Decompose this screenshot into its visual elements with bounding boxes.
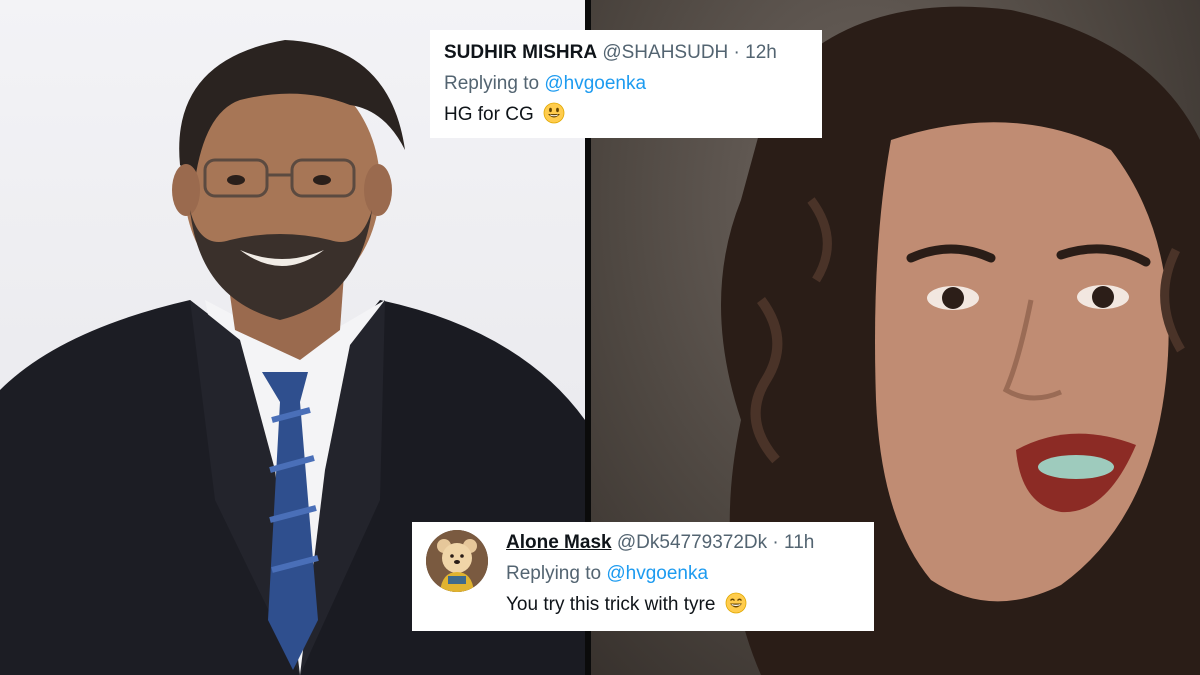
- author-handle[interactable]: @SHAHSUDH: [602, 42, 728, 63]
- author-handle[interactable]: @Dk54779372Dk: [617, 532, 767, 553]
- tweet-header: SUDHIR MISHRA @SHAHSUDH · 12h: [444, 40, 808, 66]
- tweet-body: HG for CG: [444, 102, 808, 128]
- tweet-text: You try this trick with tyre: [506, 594, 716, 615]
- tweet-header: Alone Mask @Dk54779372Dk · 11h: [506, 530, 814, 556]
- teddy-bear-avatar[interactable]: [426, 530, 488, 592]
- timestamp[interactable]: 12h: [745, 42, 777, 63]
- separator-dot: ·: [733, 42, 740, 63]
- reply-line: Replying to @hvgoenka: [444, 71, 808, 97]
- reply-prefix: Replying to: [506, 563, 602, 584]
- separator-dot: ·: [772, 532, 779, 553]
- timestamp[interactable]: 11h: [784, 532, 814, 553]
- tweet-card[interactable]: SUDHIR MISHRA @SHAHSUDH · 12h Replying t…: [430, 30, 822, 138]
- smiley-face-icon: [543, 102, 565, 124]
- author-name[interactable]: SUDHIR MISHRA: [444, 42, 597, 63]
- teddy-bear-icon: [426, 530, 488, 592]
- tweet-card[interactable]: Alone Mask @Dk54779372Dk · 11h Replying …: [412, 522, 874, 631]
- tweet-body: You try this trick with tyre: [506, 592, 814, 618]
- reply-line: Replying to @hvgoenka: [506, 561, 814, 587]
- reply-prefix: Replying to: [444, 73, 540, 94]
- author-name[interactable]: Alone Mask: [506, 532, 612, 553]
- grinning-face-icon: [725, 592, 747, 614]
- reply-mention-link[interactable]: @hvgoenka: [606, 563, 708, 584]
- tweet-text: HG for CG: [444, 104, 534, 125]
- reply-mention-link[interactable]: @hvgoenka: [544, 73, 646, 94]
- tweet-content: Alone Mask @Dk54779372Dk · 11h Replying …: [506, 530, 814, 618]
- meme-canvas: SUDHIR MISHRA @SHAHSUDH · 12h Replying t…: [0, 0, 1200, 675]
